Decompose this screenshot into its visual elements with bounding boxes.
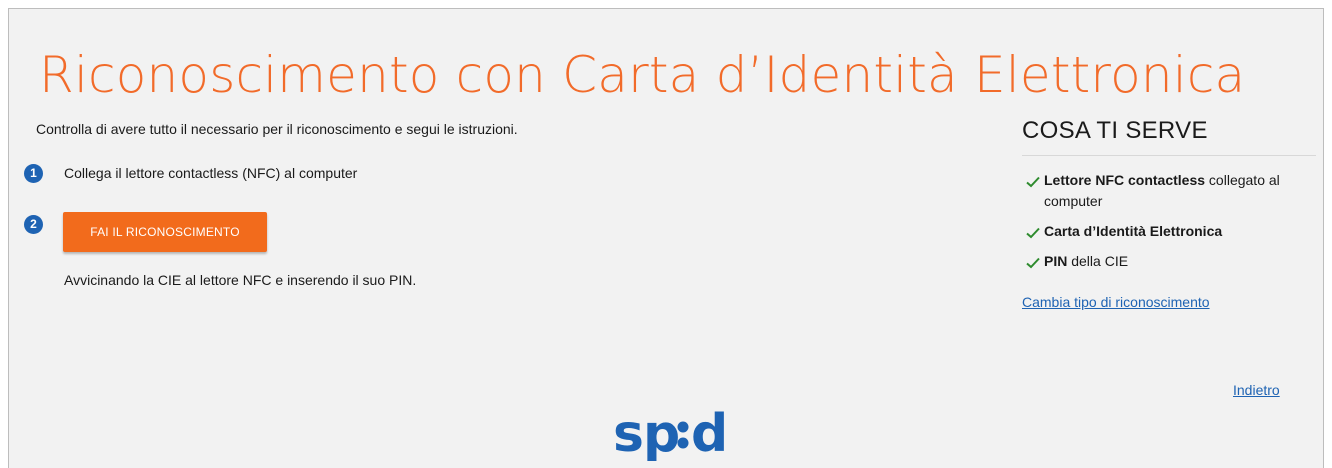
intro-text: Controlla di avere tutto il necessario p… [36, 121, 518, 137]
step-2-hint: Avvicinando la CIE al lettore NFC e inse… [64, 272, 417, 288]
check-icon [1026, 257, 1040, 269]
requirement-item-bold: Lettore NFC contactless [1044, 172, 1206, 188]
step-1-text: Collega il lettore contactless (NFC) al … [64, 165, 358, 181]
requirements-panel: COSA TI SERVE Lettore NFC contactless co… [1022, 117, 1316, 312]
check-icon [1026, 227, 1040, 239]
svg-text:s: s [613, 404, 644, 461]
requirement-item-bold: PIN [1044, 253, 1068, 269]
requirement-item-rest: della CIE [1067, 253, 1129, 269]
requirement-item: PIN della CIE [1022, 251, 1316, 272]
start-recognition-button[interactable]: FAI IL RICONOSCIMENTO [63, 212, 267, 252]
step-2-badge: 2 [24, 215, 43, 234]
page-container: Riconoscimento con Carta d’Identità Elet… [8, 8, 1324, 468]
requirements-list: Lettore NFC contactless collegato al com… [1022, 170, 1316, 272]
requirement-item: Carta d’Identità Elettronica [1022, 221, 1316, 242]
requirement-item: Lettore NFC contactless collegato al com… [1022, 170, 1316, 212]
change-recognition-type-link[interactable]: Cambia tipo di riconoscimento [1022, 294, 1210, 310]
spid-logo: s p d [613, 404, 728, 461]
back-link[interactable]: Indietro [1233, 382, 1280, 398]
svg-text:p: p [643, 404, 680, 461]
page-title: Riconoscimento con Carta d’Identità Elet… [39, 46, 1246, 104]
requirements-title: COSA TI SERVE [1022, 117, 1316, 156]
svg-text:d: d [691, 404, 728, 461]
step-1-badge: 1 [24, 164, 43, 183]
requirement-item-bold: Carta d’Identità Elettronica [1044, 223, 1223, 239]
check-icon [1026, 176, 1040, 188]
